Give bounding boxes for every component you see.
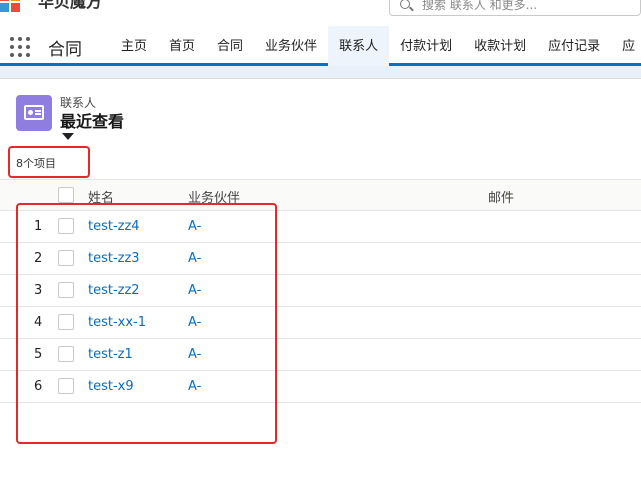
list-view-title[interactable]: 最近查看 [60,108,124,132]
app-name: 合同 [48,40,82,60]
tab-home[interactable]: 主页 [110,26,158,66]
tab-contracts[interactable]: 合同 [206,26,254,66]
app-launcher-icon[interactable] [10,37,32,59]
tab-receipt-plan[interactable]: 收款计划 [463,26,537,66]
global-search-input[interactable]: 搜索 联系人 和更多... [389,0,641,16]
list-view-dropdown-icon[interactable] [62,133,74,140]
page-backdrop [0,66,641,78]
tab-overflow[interactable]: 应 [611,26,641,66]
top-bar: 华贝魔方 搜索 联系人 和更多... [0,0,641,26]
list-view-panel: 联系人 最近查看 8个项目 姓名 业务伙伴 邮件 1 test-zz4 A- 2… [0,78,641,491]
column-header-email[interactable]: 邮件 [488,187,514,206]
tab-contacts[interactable]: 联系人 [328,26,390,66]
tab-payable-records[interactable]: 应付记录 [537,26,611,66]
contact-object-icon [16,95,52,131]
contact-card-icon [24,105,44,120]
item-count-highlight [8,146,90,178]
brand-logo-icon [0,0,32,14]
tab-business-partners[interactable]: 业务伙伴 [254,26,328,66]
select-all-checkbox[interactable] [58,187,74,203]
tab-front-page[interactable]: 首页 [158,26,206,66]
app-nav-bar: 合同 主页 首页 合同 业务伙伴 联系人 付款计划 收款计划 应付记录 应 [0,26,641,66]
nav-tabs: 主页 首页 合同 业务伙伴 联系人 付款计划 收款计划 应付记录 应 [110,26,641,66]
tab-payment-plan[interactable]: 付款计划 [389,26,463,66]
brand-name: 华贝魔方 [38,0,103,11]
search-icon [400,0,410,9]
search-placeholder: 搜索 联系人 和更多... [422,0,538,12]
rows-highlight [16,203,277,444]
